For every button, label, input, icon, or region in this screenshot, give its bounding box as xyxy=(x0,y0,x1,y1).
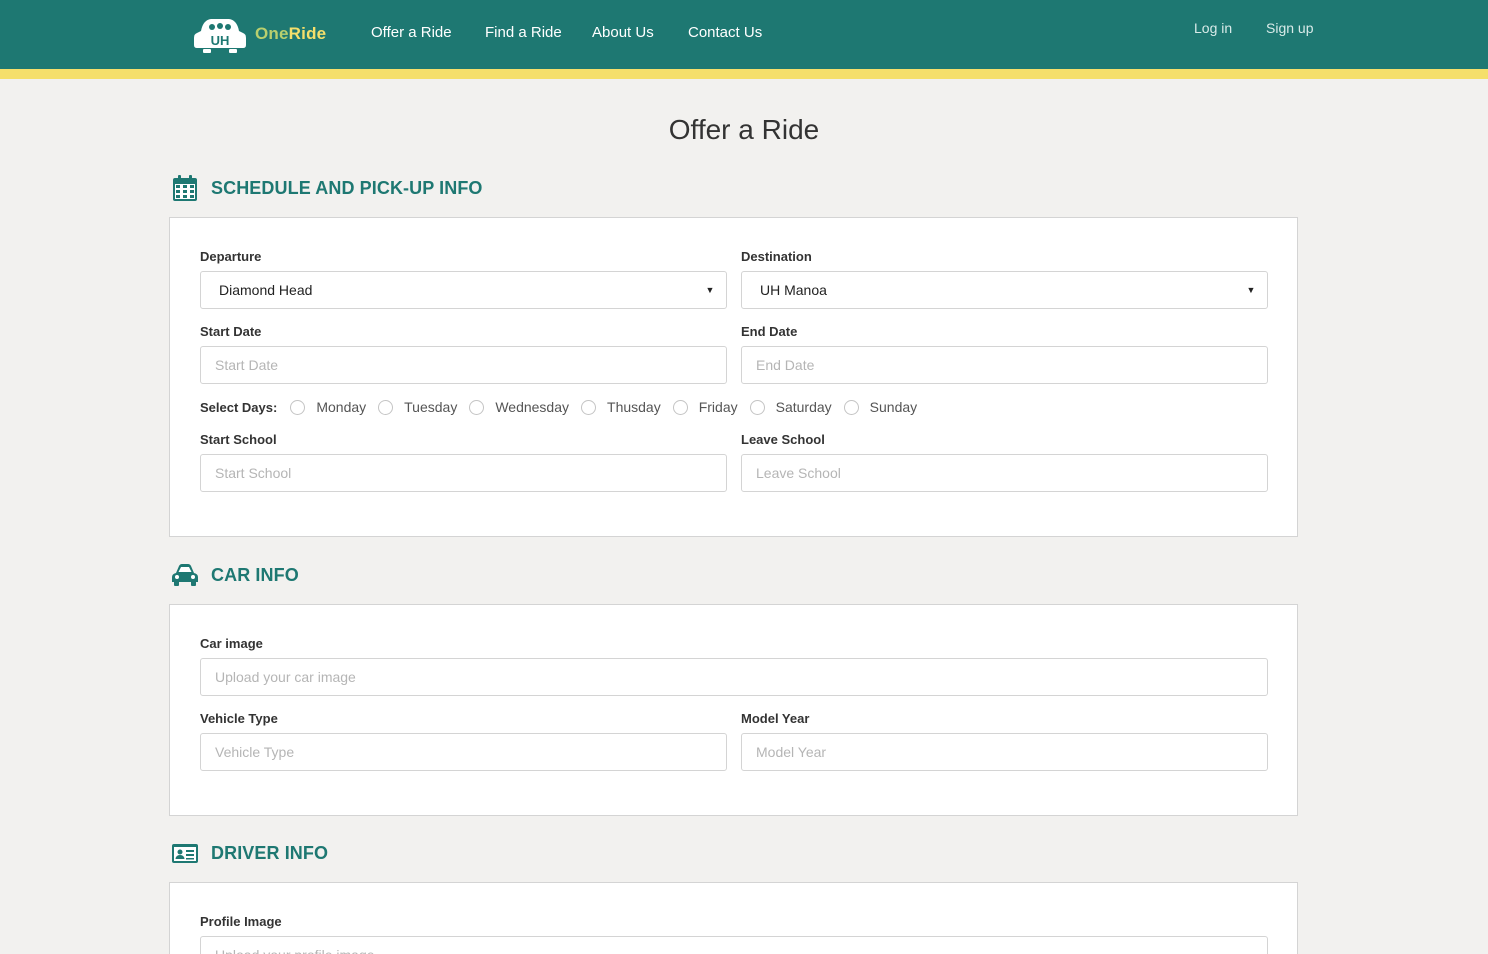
model-year-input[interactable] xyxy=(742,734,1267,770)
nav-offer-ride[interactable]: Offer a Ride xyxy=(371,24,452,41)
departure-select[interactable]: Diamond Head ▼ xyxy=(200,271,727,309)
end-date-field[interactable] xyxy=(741,346,1268,384)
nav-contact-us[interactable]: Contact Us xyxy=(688,24,762,41)
radio-button[interactable] xyxy=(469,399,485,415)
radio-button[interactable] xyxy=(749,399,765,415)
day-option-friday[interactable]: Friday xyxy=(672,399,738,415)
day-option-saturday[interactable]: Saturday xyxy=(749,399,832,415)
profile-image-field[interactable] xyxy=(200,936,1268,954)
car-image-field[interactable] xyxy=(200,658,1268,696)
end-date-input[interactable] xyxy=(742,347,1267,383)
departure-label: Departure xyxy=(200,249,262,264)
login-link[interactable]: Log in xyxy=(1194,20,1232,36)
destination-value: UH Manoa xyxy=(760,282,827,298)
page-title: Offer a Ride xyxy=(668,114,820,145)
start-date-field[interactable] xyxy=(200,346,727,384)
navbar: UH OneRide Offer a Ride Find a Ride Abou… xyxy=(0,0,1488,69)
driver-section-title: DRIVER INFO xyxy=(211,842,329,863)
profile-image-label: Profile Image xyxy=(200,914,282,929)
nav-about-us[interactable]: About Us xyxy=(592,24,654,41)
radio-button[interactable] xyxy=(672,399,688,415)
caret-down-icon: ▼ xyxy=(1246,285,1256,295)
start-school-input[interactable] xyxy=(201,455,726,491)
day-option-thursday[interactable]: Thusday xyxy=(581,399,661,415)
vehicle-type-input[interactable] xyxy=(201,734,726,770)
day-label: Wednesday xyxy=(495,399,570,415)
schedule-panel: Departure Diamond Head ▼ Destination UH … xyxy=(169,217,1298,537)
day-label: Thusday xyxy=(607,399,661,415)
start-date-label: Start Date xyxy=(200,324,262,339)
days-selector: Select Days: Monday Tuesday Wednesday Th… xyxy=(200,396,929,418)
day-label: Sunday xyxy=(869,399,918,415)
brand[interactable]: UH OneRide xyxy=(193,14,326,54)
day-option-wednesday[interactable]: Wednesday xyxy=(469,399,569,415)
leave-school-field[interactable] xyxy=(741,454,1268,492)
car-icon xyxy=(172,564,198,586)
days-label: Select Days: xyxy=(200,399,278,415)
day-label: Tuesday xyxy=(404,399,458,415)
leave-school-input[interactable] xyxy=(742,455,1267,491)
schedule-section-header: SCHEDULE AND PICK-UP INFO xyxy=(171,173,483,203)
brand-suffix: Ride xyxy=(288,24,327,43)
car-logo-icon: UH xyxy=(194,19,246,53)
logo-text: UH xyxy=(211,33,230,48)
car-image-input[interactable] xyxy=(201,659,1267,695)
radio-button[interactable] xyxy=(581,399,597,415)
start-school-field[interactable] xyxy=(200,454,727,492)
signup-link[interactable]: Sign up xyxy=(1266,20,1313,36)
vehicle-type-label: Vehicle Type xyxy=(200,711,278,726)
radio-button[interactable] xyxy=(843,399,859,415)
calendar-icon xyxy=(173,175,197,201)
radio-button[interactable] xyxy=(290,399,306,415)
brand-prefix: One xyxy=(255,24,289,43)
destination-select[interactable]: UH Manoa ▼ xyxy=(741,271,1268,309)
car-section-title: CAR INFO xyxy=(211,564,299,585)
car-panel: Car image Vehicle Type Model Year xyxy=(169,604,1298,816)
navbar-accent-bar xyxy=(0,69,1488,79)
radio-button[interactable] xyxy=(378,399,394,415)
driver-panel: Profile Image xyxy=(169,882,1298,954)
schedule-section-title: SCHEDULE AND PICK-UP INFO xyxy=(211,177,483,198)
car-section-header: CAR INFO xyxy=(171,560,299,590)
model-year-field[interactable] xyxy=(741,733,1268,771)
id-card-icon xyxy=(172,844,198,863)
car-image-label: Car image xyxy=(200,636,263,651)
driver-section-header: DRIVER INFO xyxy=(171,838,328,868)
day-label: Monday xyxy=(316,399,367,415)
day-option-sunday[interactable]: Sunday xyxy=(843,399,918,415)
end-date-label: End Date xyxy=(741,324,798,339)
nav-find-ride[interactable]: Find a Ride xyxy=(485,24,562,41)
day-label: Saturday xyxy=(775,399,832,415)
start-school-label: Start School xyxy=(200,432,277,447)
model-year-label: Model Year xyxy=(741,711,810,726)
profile-image-input[interactable] xyxy=(201,937,1267,954)
day-label: Friday xyxy=(698,399,738,415)
destination-label: Destination xyxy=(741,249,812,264)
day-option-tuesday[interactable]: Tuesday xyxy=(378,399,457,415)
start-date-input[interactable] xyxy=(201,347,726,383)
leave-school-label: Leave School xyxy=(741,432,825,447)
caret-down-icon: ▼ xyxy=(705,285,715,295)
departure-value: Diamond Head xyxy=(219,282,313,298)
brand-name: OneRide xyxy=(255,24,326,44)
day-option-monday[interactable]: Monday xyxy=(290,399,366,415)
vehicle-type-field[interactable] xyxy=(200,733,727,771)
